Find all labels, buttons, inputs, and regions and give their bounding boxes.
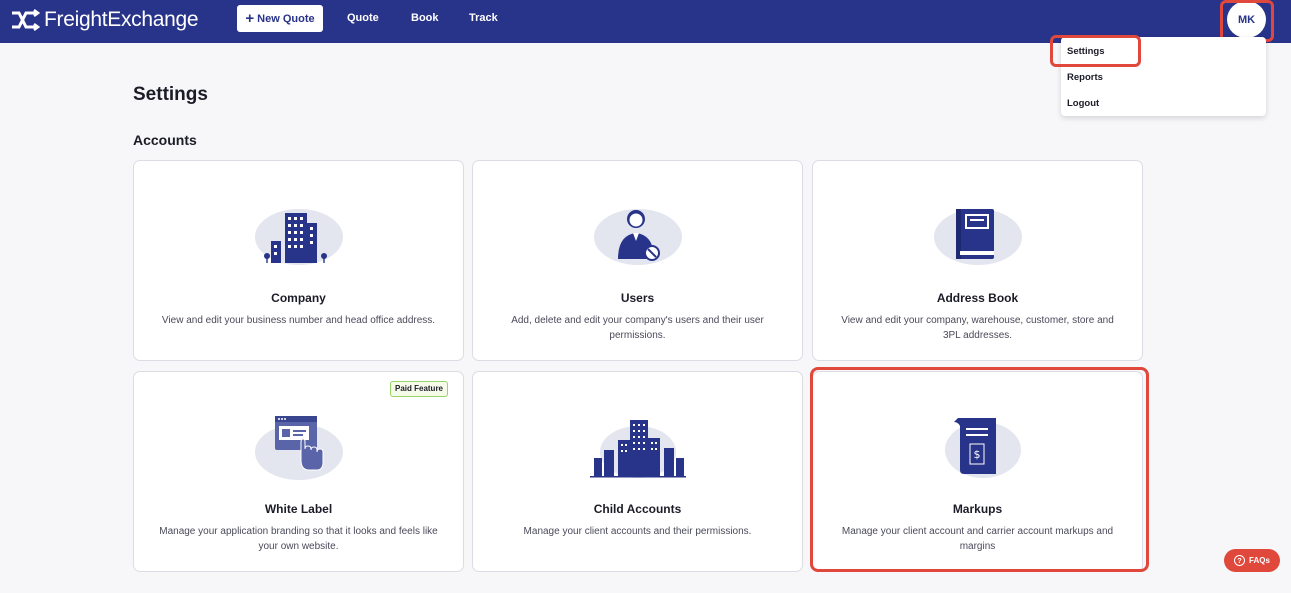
faqs-label: FAQs (1249, 556, 1270, 565)
menu-item-reports[interactable]: Reports (1067, 72, 1103, 83)
brand-logo[interactable]: FreightExchange (10, 7, 199, 33)
new-quote-button[interactable]: + New Quote (237, 5, 323, 32)
card-description: View and edit your business number and h… (161, 315, 436, 326)
user-icon (594, 209, 682, 265)
card-company[interactable]: Company View and edit your business numb… (133, 160, 464, 361)
browser-hand-icon (255, 416, 343, 480)
paid-feature-badge: Paid Feature (389, 381, 448, 397)
card-title: Users (620, 291, 655, 305)
card-description: View and edit your company, warehouse, c… (841, 315, 1114, 341)
card-description: Manage your client accounts and their pe… (523, 526, 752, 537)
card-users[interactable]: Users Add, delete and edit your company'… (472, 160, 803, 361)
address-book-icon (934, 209, 1022, 265)
card-description: Manage your application branding so that… (159, 526, 438, 552)
city-icon (590, 420, 686, 478)
building-icon (255, 209, 343, 265)
section-title: Accounts (133, 132, 197, 148)
page-title: Settings (133, 84, 208, 105)
card-description: Add, delete and edit your company's user… (511, 315, 764, 341)
menu-item-logout[interactable]: Logout (1067, 98, 1099, 109)
freightexchange-logo-icon (12, 9, 40, 31)
faqs-button[interactable]: ? FAQs (1224, 549, 1280, 572)
nav-track[interactable]: Track (469, 12, 498, 24)
nav-quote[interactable]: Quote (347, 12, 379, 24)
card-white-label[interactable]: Paid Feature White Label Manage your app… (133, 371, 464, 572)
plus-icon: + (245, 10, 255, 27)
card-address-book[interactable]: Address Book View and edit your company,… (812, 160, 1143, 361)
settings-highlight (1050, 35, 1141, 67)
markups-highlight (810, 367, 1149, 572)
brand-name: FreightExchange (44, 8, 199, 31)
card-title: Child Accounts (593, 502, 682, 516)
card-child-accounts[interactable]: Child Accounts Manage your client accoun… (472, 371, 803, 572)
new-quote-label: New Quote (257, 12, 315, 25)
nav-book[interactable]: Book (411, 12, 439, 24)
question-icon: ? (1234, 555, 1246, 566)
card-title: Company (271, 291, 326, 305)
avatar-highlight (1220, 0, 1274, 42)
card-title: White Label (264, 502, 333, 516)
card-title: Address Book (936, 291, 1019, 305)
